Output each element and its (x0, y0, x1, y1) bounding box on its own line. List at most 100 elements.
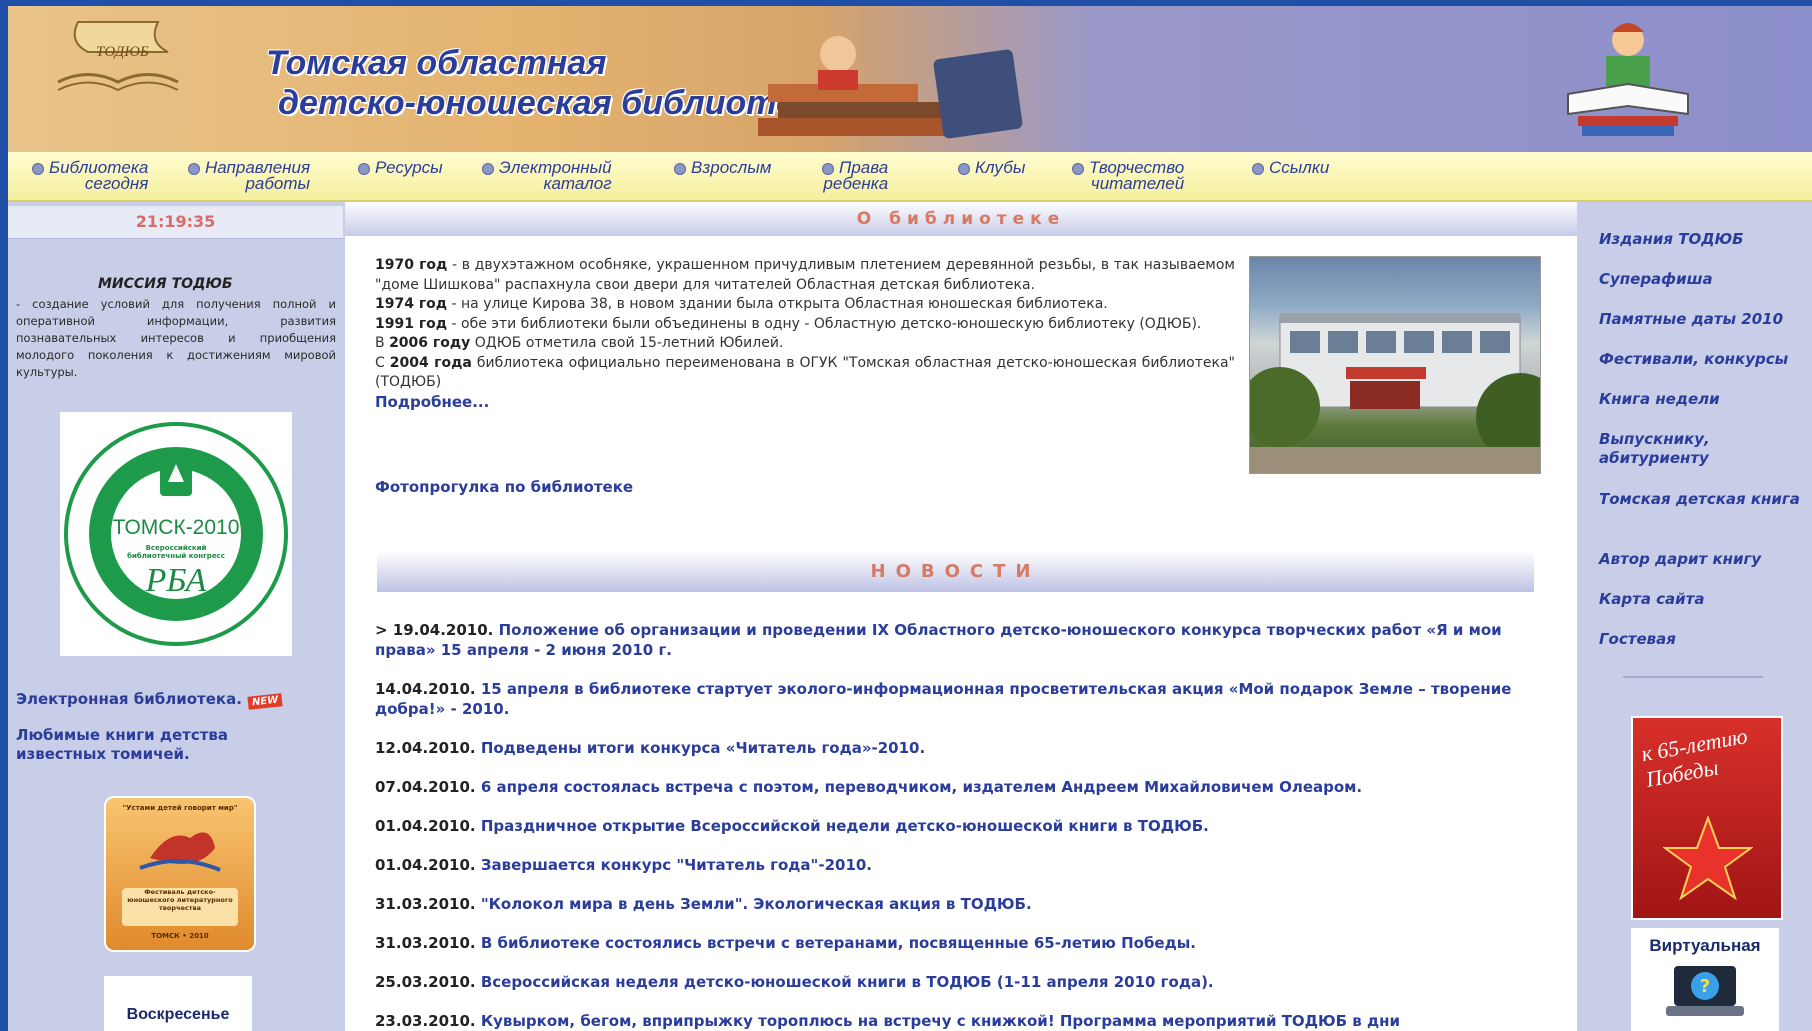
logo-text: ТОДЮБ (96, 44, 149, 60)
conference-subtitle: Всероссийский библиотечный конгресс (127, 544, 225, 560)
nav-item-child-rights[interactable]: Права ребенка (822, 159, 889, 193)
news-text: "Колокол мира в день Земли". Экологическ… (475, 895, 1032, 913)
favorite-books-link[interactable]: Любимые книги детства известных томичей. (16, 726, 316, 764)
right-link-memorable-dates[interactable]: Памятные даты 2010 (1599, 310, 1809, 329)
nav-item-library-today[interactable]: Библиотека сегодня (32, 159, 148, 192)
site-header: ТОДЮБ Томская областная детско-юношеская… (8, 6, 1812, 152)
news-item[interactable]: 01.04.2010. Праздничное открытие Всеросс… (375, 816, 1535, 836)
left-sidebar: 21:19:35 МИССИЯ ТОДЮБ - создание условий… (8, 202, 343, 1031)
main-nav: Библиотека сегодня Направления работы Ресу… (8, 152, 1812, 202)
about-paragraph: 1974 год - на улице Кирова 38, в новом з… (375, 295, 1235, 315)
right-link-superposter[interactable]: Суперафиша (1599, 270, 1809, 289)
right-sidebar: Издания ТОДЮБ Суперафиша Памятные даты 2… (1579, 202, 1812, 1031)
right-link-graduates[interactable]: Выпускнику, абитуриенту (1599, 430, 1809, 468)
nav-item-links[interactable]: Ссылки (1252, 158, 1330, 177)
svg-text:?: ? (1700, 976, 1710, 997)
about-section-title: О библиотеке (345, 202, 1577, 236)
festival-badge-bottom: ТОМСК • 2010 (151, 932, 209, 940)
nav-item-clubs[interactable]: Клубы (958, 159, 1025, 176)
nav-label-line1: Взрослым (691, 158, 772, 177)
books-illustration-icon (758, 36, 1023, 139)
right-link-publications[interactable]: Издания ТОДЮБ (1599, 230, 1809, 249)
news-item[interactable]: 31.03.2010. В библиотеке состоялись встр… (375, 933, 1535, 953)
laptop-help-icon: ? (1666, 966, 1744, 1016)
photo-walk-link[interactable]: Фотопрогулка по библиотеке (375, 478, 633, 496)
conference-badge[interactable]: ТОМСК-2010 Всероссийский библиотечный ко… (60, 412, 292, 656)
about-paragraph: С 2004 года библиотека официально переим… (375, 354, 1235, 393)
about-prefix: С (375, 354, 390, 371)
about-body: - в двухэтажном особняке, украшенном при… (375, 257, 1235, 293)
news-date: 01.04.2010. (375, 817, 476, 835)
nav-item-adults[interactable]: Взрослым (674, 158, 772, 177)
news-item[interactable]: 14.04.2010. 15 апреля в библиотеке старт… (375, 679, 1535, 719)
news-date: 25.03.2010. (375, 973, 476, 991)
more-link[interactable]: Подробнее... (375, 393, 1235, 413)
right-link-guestbook[interactable]: Гостевая (1599, 630, 1809, 649)
news-text: Праздничное открытие Всероссийской недел… (475, 817, 1209, 835)
mission-title: МИССИЯ ТОДЮБ (98, 276, 233, 292)
about-body: библиотека официально переименована в ОГ… (375, 354, 1235, 391)
nav-bullet-icon (674, 162, 686, 175)
reading-children-icon (1567, 23, 1689, 136)
conference-city: ТОМСК-2010 (112, 516, 240, 539)
news-item[interactable]: 01.04.2010. Завершается конкурс "Читател… (375, 855, 1535, 875)
nav-bullet-icon (822, 162, 834, 175)
right-link-tomsk-childrens-book[interactable]: Томская детская книга (1599, 490, 1809, 509)
mission-text: - создание условий для получения полной … (16, 297, 336, 379)
nav-bullet-icon (1072, 162, 1084, 175)
virtual-banner[interactable]: Виртуальная ? (1631, 928, 1779, 1031)
site-title-line1: Томская областная (266, 44, 607, 82)
nav-bullet-icon (958, 162, 970, 175)
electronic-library-link[interactable]: Электронная библиотека. NEW (16, 690, 283, 710)
right-link-book-of-week[interactable]: Книга недели (1599, 390, 1809, 409)
right-link-sitemap[interactable]: Карта сайта (1599, 590, 1809, 609)
nav-item-resources[interactable]: Ресурсы (358, 158, 443, 177)
divider (1623, 676, 1763, 678)
red-star-icon (1663, 815, 1753, 901)
right-link-festivals[interactable]: Фестивали, конкурсы (1599, 350, 1809, 369)
nav-label-line2: ребенка (823, 174, 889, 193)
nav-item-directions[interactable]: Направления работы (188, 159, 310, 192)
about-paragraph: 1991 год - обе эти библиотеки были объед… (375, 315, 1235, 335)
news-text: Положение об организации и проведении IX… (375, 621, 1502, 659)
right-link-author-gives-book[interactable]: Автор дарит книгу (1599, 550, 1809, 569)
nav-bullet-icon (32, 162, 44, 175)
nav-label-line1: Ресурсы (375, 158, 443, 177)
sunday-banner[interactable]: Воскресенье (104, 976, 252, 1031)
clock: 21:19:35 (8, 206, 343, 239)
news-date: 31.03.2010. (375, 934, 476, 952)
building-photo-icon (1250, 313, 1540, 473)
news-item[interactable]: 07.04.2010. 6 апреля состоялась встреча … (375, 777, 1535, 797)
nav-bullet-icon (188, 162, 200, 175)
news-item[interactable]: 31.03.2010. "Колокол мира в день Земли".… (375, 894, 1535, 914)
news-section-title: НОВОСТИ (377, 552, 1534, 592)
news-item[interactable]: 25.03.2010. Всероссийская неделя детско-… (375, 972, 1535, 992)
festival-badge-middle: Фестиваль детско-юношеского литературног… (122, 888, 238, 926)
news-text: Подведены итоги конкурса «Читатель года»… (475, 739, 926, 757)
nav-label-line1: Ссылки (1269, 158, 1330, 177)
about-paragraph: В 2006 году ОДЮБ отметила свой 15-летний… (375, 334, 1235, 354)
news-item[interactable]: 12.04.2010. Подведены итоги конкурса «Чи… (375, 738, 1535, 758)
news-date: 12.04.2010. (375, 739, 476, 757)
victory-banner[interactable]: к 65-летию Победы (1631, 716, 1783, 920)
about-body: ОДЮБ отметила свой 15-летний Юбилей. (470, 335, 784, 351)
news-text: Завершается конкурс "Читатель года"-2010… (475, 856, 873, 874)
horse-emblem-icon (139, 832, 221, 872)
news-item[interactable]: > 19.04.2010. Положение об организации и… (375, 620, 1535, 660)
conference-acronym: РБА (145, 562, 207, 599)
news-text: Кувырком, бегом, вприпрыжку тороплюсь на… (475, 1012, 1401, 1030)
nav-item-e-catalog[interactable]: Электронный каталог (482, 159, 612, 192)
nav-item-reader-creativity[interactable]: Творчество читателей (1072, 159, 1185, 193)
about-year: 2006 году (389, 335, 471, 351)
library-building-photo[interactable] (1249, 256, 1541, 474)
nav-label-line2: читателей (1090, 174, 1185, 193)
about-prefix: В (375, 335, 390, 351)
festival-badge[interactable]: "Устами детей говорит мир" Фестиваль дет… (104, 796, 256, 952)
victory-text: к 65-летию Победы (1639, 723, 1750, 792)
news-list: > 19.04.2010. Положение об организации и… (375, 620, 1535, 1031)
electronic-library-label: Электронная библиотека. (16, 690, 242, 708)
news-item[interactable]: 23.03.2010. Кувырком, бегом, вприпрыжку … (375, 1011, 1535, 1031)
about-year: 1970 год (375, 257, 448, 273)
about-body: - на улице Кирова 38, в новом здании был… (447, 296, 1108, 312)
festival-badge-top: "Устами детей говорит мир" (122, 804, 238, 812)
